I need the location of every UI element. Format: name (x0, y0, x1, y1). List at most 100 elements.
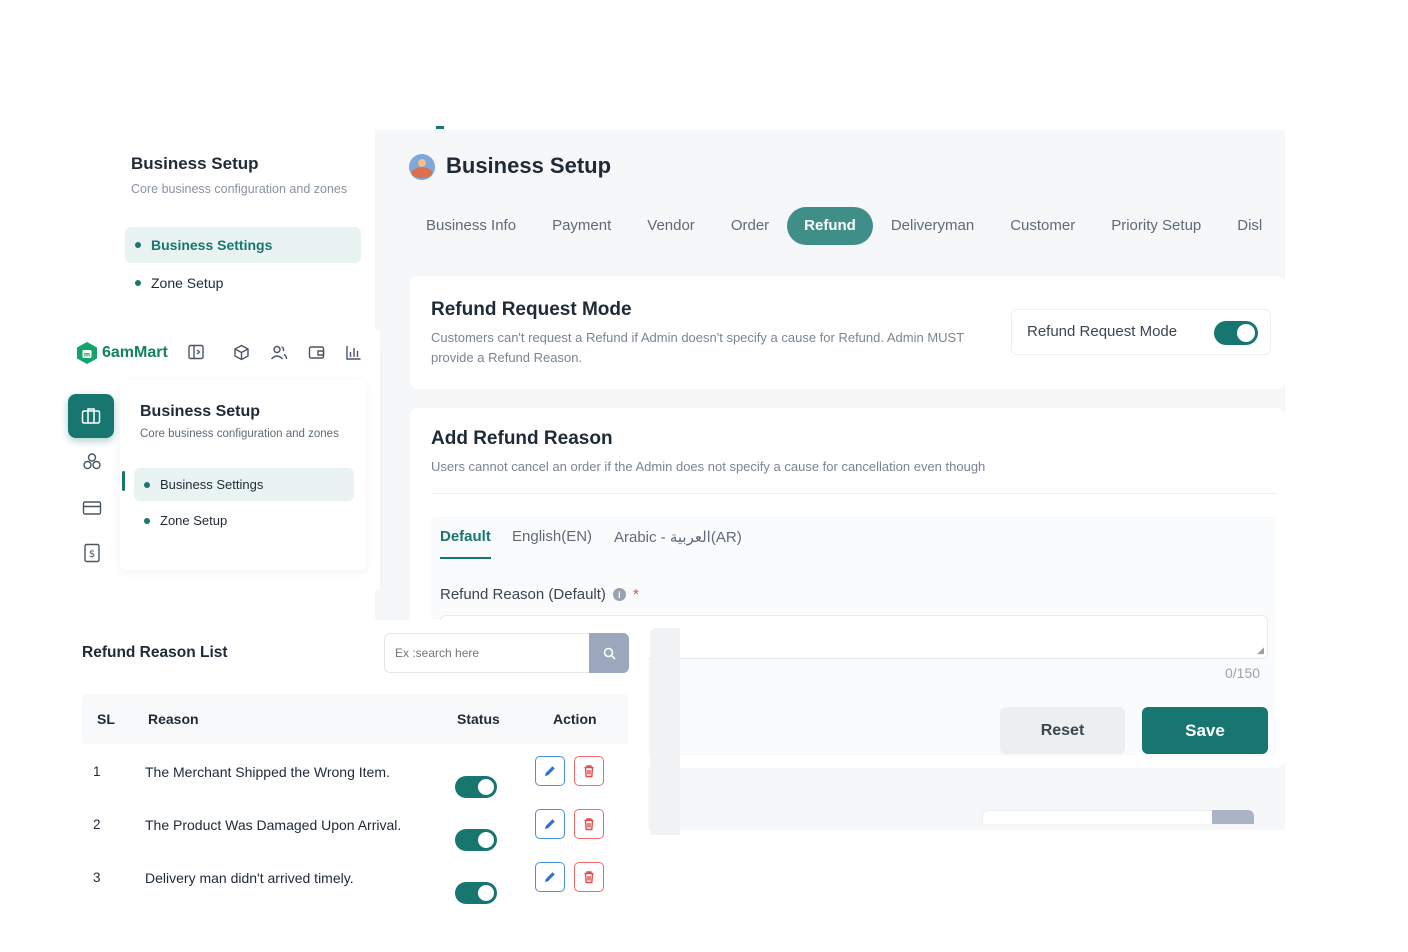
column-status: Status (457, 711, 500, 727)
brand-icon: m (77, 342, 97, 364)
refund-mode-description: Customers can't request a Refund if Admi… (431, 330, 964, 365)
add-reason-title: Add Refund Reason (431, 428, 613, 449)
bill-icon[interactable]: $ (82, 543, 102, 563)
rail-business-button[interactable] (68, 394, 114, 438)
tab-priority-setup[interactable]: Priority Setup (1093, 207, 1219, 245)
tab-order[interactable]: Order (713, 207, 787, 245)
wallet-icon[interactable] (308, 344, 325, 361)
column-action: Action (553, 711, 597, 727)
back-sidebar-title: Business Setup (131, 154, 259, 173)
column-reason: Reason (148, 711, 199, 727)
brand-logo[interactable]: m 6amMart (76, 341, 168, 365)
field-label-text: Refund Reason (Default) (440, 586, 606, 603)
refund-reason-list-card: Refund Reason List SL Reason Status Acti… (62, 620, 648, 920)
pencil-icon (545, 819, 555, 829)
users-icon[interactable] (270, 344, 288, 361)
refund-mode-title: Refund Request Mode (431, 299, 632, 320)
info-icon: i (612, 588, 626, 601)
divider (431, 493, 1277, 494)
back-sidebar-subtitle: Core business configuration and zones (131, 182, 348, 196)
tab-deliveryman[interactable]: Deliveryman (873, 207, 992, 245)
search-icon (603, 647, 616, 660)
pencil-icon (545, 766, 555, 776)
back-sidebar-item-zone-setup[interactable]: Zone Setup (125, 265, 361, 301)
table-row: 1 The Merchant Shipped the Wrong Item. (62, 745, 648, 798)
refund-mode-toggle-box: Refund Request Mode (1011, 309, 1271, 355)
row-status-toggle[interactable] (455, 775, 497, 798)
bullet-icon (135, 242, 141, 248)
search-button[interactable] (589, 633, 629, 673)
background-search-button (1212, 810, 1254, 824)
tab-payment[interactable]: Payment (534, 207, 629, 245)
front-submenu-item-zone-setup[interactable]: Zone Setup (134, 504, 354, 537)
scroll-indicator (436, 126, 444, 129)
tab-business-info[interactable]: Business Info (408, 207, 534, 245)
tab-vendor[interactable]: Vendor (629, 207, 713, 245)
tab-disl[interactable]: Disl (1219, 207, 1280, 245)
row-status-toggle[interactable] (455, 828, 497, 851)
column-sl: SL (97, 711, 115, 727)
business-setup-tabs: Business Info Payment Vendor Order Refun… (408, 206, 1280, 246)
row-sl: 1 (93, 764, 101, 779)
resize-handle-icon[interactable]: ◢ (1257, 645, 1264, 656)
submenu-item-label: Zone Setup (160, 513, 228, 528)
scrollbar-track[interactable] (650, 628, 680, 835)
lang-tab-default[interactable]: Default (440, 528, 491, 559)
svg-text:m: m (84, 352, 90, 359)
char-counter: 0/150 (1225, 665, 1261, 681)
front-navigation-panel: m 6amMart $ Business Setup Core business… (60, 330, 380, 590)
edit-button[interactable] (535, 862, 565, 892)
table-row: 2 The Product Was Damaged Upon Arrival. (62, 798, 648, 851)
card-icon[interactable] (82, 498, 102, 518)
modules-icon[interactable] (82, 452, 102, 472)
brand-name: 6amMart (102, 344, 168, 361)
table-row: 3 Delivery man didn't arrived timely. (62, 851, 648, 904)
row-sl: 2 (93, 817, 101, 832)
search-box (384, 633, 629, 673)
edit-button[interactable] (535, 809, 565, 839)
list-title: Refund Reason List (82, 644, 228, 661)
refund-mode-toggle[interactable] (1214, 321, 1258, 345)
reset-button[interactable]: Reset (1000, 707, 1125, 754)
trash-icon (584, 765, 594, 778)
business-icon (81, 408, 101, 424)
row-reason: The Product Was Damaged Upon Arrival. (145, 817, 402, 833)
tab-customer[interactable]: Customer (992, 207, 1093, 245)
trash-icon (584, 818, 594, 831)
delete-button[interactable] (574, 809, 604, 839)
front-submenu-title: Business Setup (140, 403, 261, 420)
edit-button[interactable] (535, 756, 565, 786)
sidebar-toggle-icon[interactable] (187, 343, 205, 361)
bullet-icon (144, 517, 150, 524)
delete-button[interactable] (574, 862, 604, 892)
refund-mode-card: Refund Request Mode Customers can't requ… (410, 276, 1285, 389)
front-submenu: Business Setup Core business configurati… (120, 380, 366, 570)
refund-reason-field-label: Refund Reason (Default) i * (440, 586, 639, 603)
chart-icon[interactable] (345, 344, 362, 361)
sidebar-item-label: Business Settings (151, 237, 273, 253)
active-indicator (122, 471, 125, 491)
required-mark: * (632, 586, 639, 603)
row-sl: 3 (93, 870, 101, 885)
submenu-item-label: Business Settings (160, 477, 264, 492)
save-button[interactable]: Save (1142, 707, 1268, 754)
refund-mode-toggle-label: Refund Request Mode (1027, 323, 1178, 340)
row-reason: The Merchant Shipped the Wrong Item. (145, 764, 390, 780)
add-reason-description: Users cannot cancel an order if the Admi… (431, 459, 986, 474)
background-search-box (982, 810, 1254, 824)
delete-button[interactable] (574, 756, 604, 786)
lang-tab-arabic[interactable]: Arabic - العربية(AR) (614, 528, 742, 546)
front-submenu-subtitle: Core business configuration and zones (140, 428, 339, 440)
tab-refund[interactable]: Refund (787, 207, 873, 245)
page-title: Business Setup (446, 153, 612, 178)
row-status-toggle[interactable] (455, 881, 497, 904)
row-reason: Delivery man didn't arrived timely. (145, 870, 354, 886)
lang-tab-english[interactable]: English(EN) (512, 528, 592, 545)
front-submenu-item-business-settings[interactable]: Business Settings (134, 468, 354, 501)
back-sidebar-item-business-settings[interactable]: Business Settings (125, 227, 361, 263)
svg-text:$: $ (89, 549, 95, 560)
trash-icon (584, 871, 594, 884)
search-input[interactable] (385, 634, 590, 672)
box-icon[interactable] (233, 344, 250, 361)
business-setup-icon (408, 153, 436, 181)
